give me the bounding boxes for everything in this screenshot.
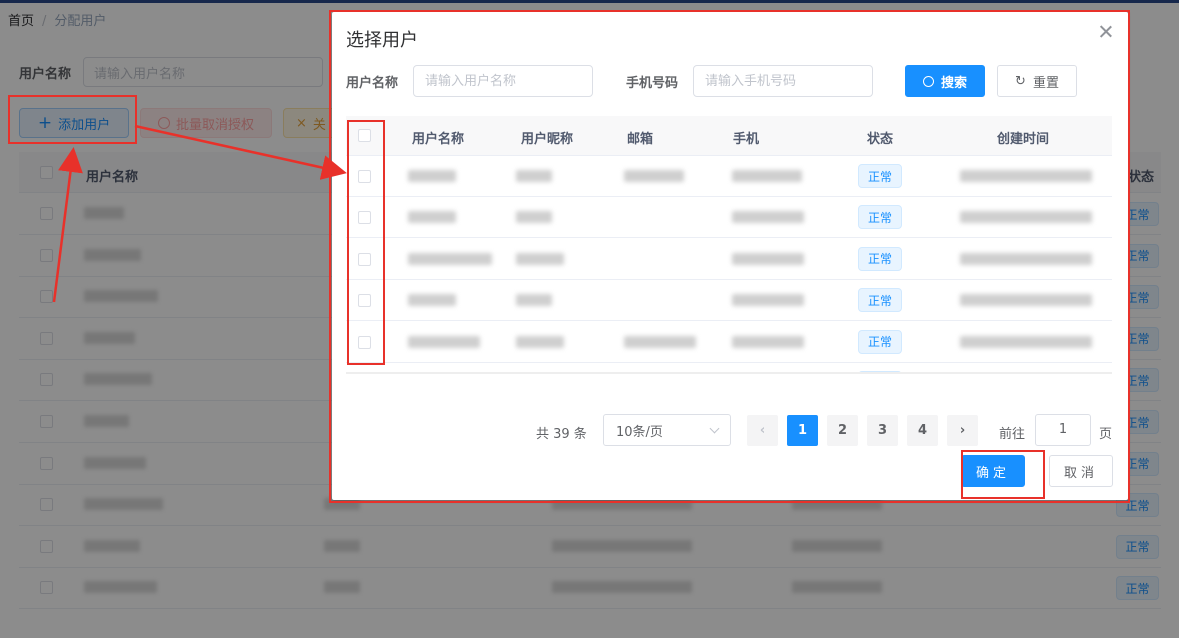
col-nickname: 用户昵称 — [521, 132, 574, 147]
redacted-cell — [408, 211, 456, 224]
row-checkbox[interactable] — [358, 294, 371, 308]
row-checkbox[interactable] — [358, 252, 371, 266]
redacted-cell — [960, 294, 1092, 307]
redacted-cell — [408, 252, 492, 265]
page-1-button[interactable]: 1 — [787, 415, 818, 446]
prev-page-button[interactable]: ‹ — [747, 415, 778, 446]
redacted-cell — [408, 335, 480, 348]
horizontal-scrollbar[interactable] — [346, 372, 1112, 374]
chevron-down-icon — [709, 423, 720, 433]
col-email: 邮箱 — [627, 132, 654, 147]
redacted-cell — [732, 211, 804, 224]
table-header: 用户名称 用户昵称 邮箱 手机 状态 创建时间 — [346, 116, 1112, 156]
col-phone: 手机 — [733, 132, 760, 147]
search-button-label: 搜索 — [940, 75, 967, 91]
status-tag: 正常 — [858, 329, 902, 354]
page-size-select[interactable]: 10条/页 — [603, 414, 731, 446]
search-icon — [922, 75, 934, 87]
col-created-time: 创建时间 — [997, 132, 1050, 147]
close-icon[interactable] — [1098, 24, 1114, 40]
search-button[interactable]: 搜索 — [905, 65, 985, 97]
redacted-cell — [516, 294, 552, 307]
status-tag: 正常 — [858, 164, 902, 188]
redacted-cell — [960, 335, 1092, 348]
phone-label: 手机号码 — [626, 76, 679, 91]
table-row[interactable]: 正常 — [346, 197, 1112, 239]
page-suffix: 页 — [1099, 427, 1113, 442]
refresh-icon: ↻ — [1015, 73, 1026, 89]
redacted-cell — [732, 294, 804, 307]
phone-input[interactable] — [693, 65, 873, 97]
row-checkbox[interactable] — [358, 211, 371, 225]
select-all-checkbox[interactable] — [358, 129, 371, 142]
redacted-cell — [516, 170, 552, 182]
status-tag: 正常 — [858, 288, 902, 313]
redacted-cell — [732, 252, 804, 265]
reset-button[interactable]: ↻ 重置 — [997, 65, 1077, 97]
redacted-cell — [408, 294, 456, 307]
chevron-left-icon: ‹ — [759, 423, 766, 438]
user-table: 用户名称 用户昵称 邮箱 手机 状态 创建时间 正常 正常 正常 正常 正常 — [346, 116, 1112, 374]
select-user-dialog: 选择用户 用户名称 手机号码 搜索 ↻ 重置 用户名称 用户昵称 邮箱 手机 状… — [332, 12, 1128, 500]
col-status: 状态 — [867, 132, 894, 147]
username-label: 用户名称 — [346, 76, 399, 91]
table-row[interactable]: 正常 — [346, 280, 1112, 322]
redacted-cell — [408, 170, 456, 182]
redacted-cell — [960, 211, 1092, 224]
redacted-cell — [960, 252, 1092, 265]
chevron-right-icon: › — [959, 423, 966, 438]
table-row[interactable]: 正常 — [346, 322, 1112, 363]
redacted-cell — [516, 335, 564, 348]
page-2-button[interactable]: 2 — [827, 415, 858, 446]
status-tag: 正常 — [858, 205, 902, 230]
dialog-title: 选择用户 — [346, 30, 418, 51]
row-checkbox[interactable] — [358, 335, 371, 349]
goto-page-input[interactable]: 1 — [1035, 414, 1091, 446]
redacted-cell — [732, 335, 804, 348]
status-tag: 正常 — [858, 246, 902, 271]
redacted-cell — [960, 170, 1092, 182]
username-input[interactable] — [413, 65, 593, 97]
cancel-button[interactable]: 取消 — [1049, 455, 1113, 487]
col-username: 用户名称 — [412, 132, 465, 147]
goto-label: 前往 — [999, 427, 1026, 442]
redacted-cell — [516, 252, 564, 265]
redacted-cell — [516, 211, 552, 224]
redacted-cell — [624, 170, 684, 182]
row-checkbox[interactable] — [358, 170, 371, 183]
pagination-total: 共 39 条 — [536, 427, 587, 442]
page-size-value: 10条/页 — [616, 424, 663, 440]
redacted-cell — [624, 335, 696, 348]
table-row[interactable]: 正常 — [346, 156, 1112, 197]
page-4-button[interactable]: 4 — [907, 415, 938, 446]
reset-button-label: 重置 — [1032, 75, 1059, 91]
next-page-button[interactable]: › — [947, 415, 978, 446]
page-3-button[interactable]: 3 — [867, 415, 898, 446]
redacted-cell — [732, 170, 802, 182]
table-row[interactable]: 正常 — [346, 239, 1112, 280]
confirm-button[interactable]: 确定 — [961, 455, 1025, 487]
